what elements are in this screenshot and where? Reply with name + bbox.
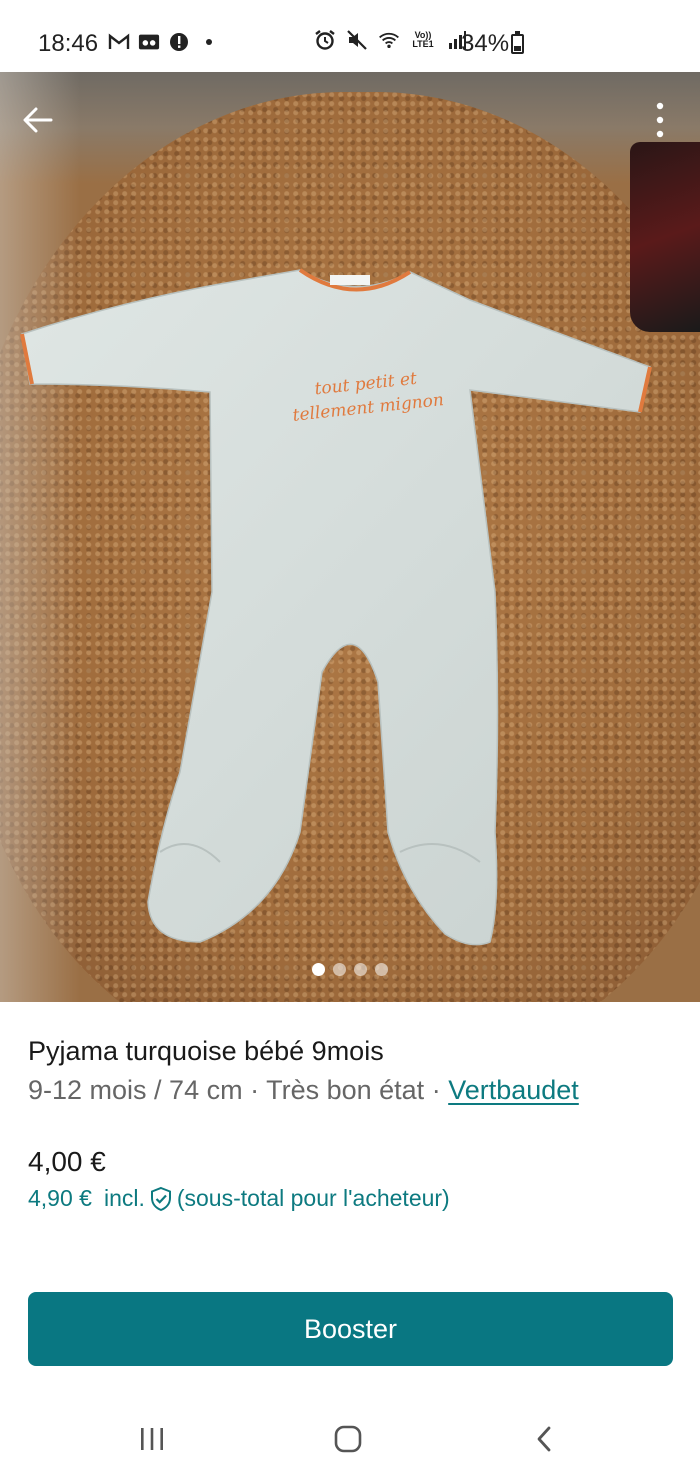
battery-percent: 34% bbox=[461, 30, 510, 57]
item-meta: 9-12 mois / 74 cm · Très bon état · Vert… bbox=[28, 1075, 579, 1106]
carousel-dot[interactable] bbox=[375, 963, 388, 976]
shield-check-icon bbox=[149, 1186, 173, 1212]
brand-link[interactable]: Vertbaudet bbox=[448, 1075, 579, 1105]
volte-lte-icon: Vo)) LTE1 bbox=[410, 30, 436, 50]
carousel-dot[interactable] bbox=[312, 963, 325, 976]
arrow-left-icon bbox=[23, 107, 53, 133]
chevron-left-icon bbox=[537, 1426, 551, 1452]
recent-apps-button[interactable] bbox=[132, 1422, 172, 1456]
system-navigation-bar bbox=[0, 1400, 700, 1478]
carousel-dot[interactable] bbox=[354, 963, 367, 976]
subtotal-note: (sous-total pour l'acheteur) bbox=[176, 1185, 450, 1211]
more-vertical-icon bbox=[656, 102, 664, 138]
status-right-icons: Vo)) LTE1 bbox=[314, 30, 468, 50]
wifi-icon bbox=[378, 30, 400, 50]
status-bar: 18:46 Vo)) LTE1 34% bbox=[0, 0, 700, 72]
status-time: 18:46 bbox=[38, 30, 99, 57]
system-back-button[interactable] bbox=[524, 1422, 564, 1456]
carousel-indicator bbox=[312, 963, 388, 976]
lte-label: Vo)) LTE1 bbox=[412, 30, 434, 49]
item-condition: Très bon état bbox=[266, 1075, 425, 1105]
battery-icon bbox=[511, 31, 524, 54]
meta-separator: · bbox=[242, 1075, 267, 1105]
onesie-image bbox=[20, 268, 652, 946]
battery-level bbox=[514, 45, 521, 51]
mute-icon bbox=[346, 30, 368, 50]
item-photo[interactable]: tout petit et tellement mignon bbox=[0, 72, 700, 1002]
total-price: 4,90 € bbox=[28, 1185, 92, 1211]
meta-separator: · bbox=[424, 1075, 449, 1105]
home-button[interactable] bbox=[328, 1422, 368, 1456]
gmail-icon bbox=[108, 32, 130, 52]
carousel-dot[interactable] bbox=[333, 963, 346, 976]
buyer-subtotal[interactable]: 4,90 € incl. (sous-total pour l'acheteur… bbox=[28, 1185, 450, 1212]
item-title: Pyjama turquoise bébé 9mois bbox=[28, 1036, 384, 1066]
more-options-button[interactable] bbox=[640, 98, 680, 142]
recent-apps-icon bbox=[141, 1428, 163, 1450]
status-left-icons bbox=[108, 32, 220, 52]
dot-icon bbox=[198, 32, 220, 52]
item-price: 4,00 € bbox=[28, 1146, 106, 1177]
item-size: 9-12 mois / 74 cm bbox=[28, 1075, 243, 1105]
home-icon bbox=[334, 1425, 362, 1453]
incl-label: incl. bbox=[103, 1185, 145, 1211]
alert-icon bbox=[168, 32, 190, 52]
back-button[interactable] bbox=[18, 100, 58, 140]
booster-button[interactable]: Booster bbox=[28, 1292, 673, 1366]
alarm-icon bbox=[314, 30, 336, 50]
voicemail-icon bbox=[138, 32, 160, 52]
